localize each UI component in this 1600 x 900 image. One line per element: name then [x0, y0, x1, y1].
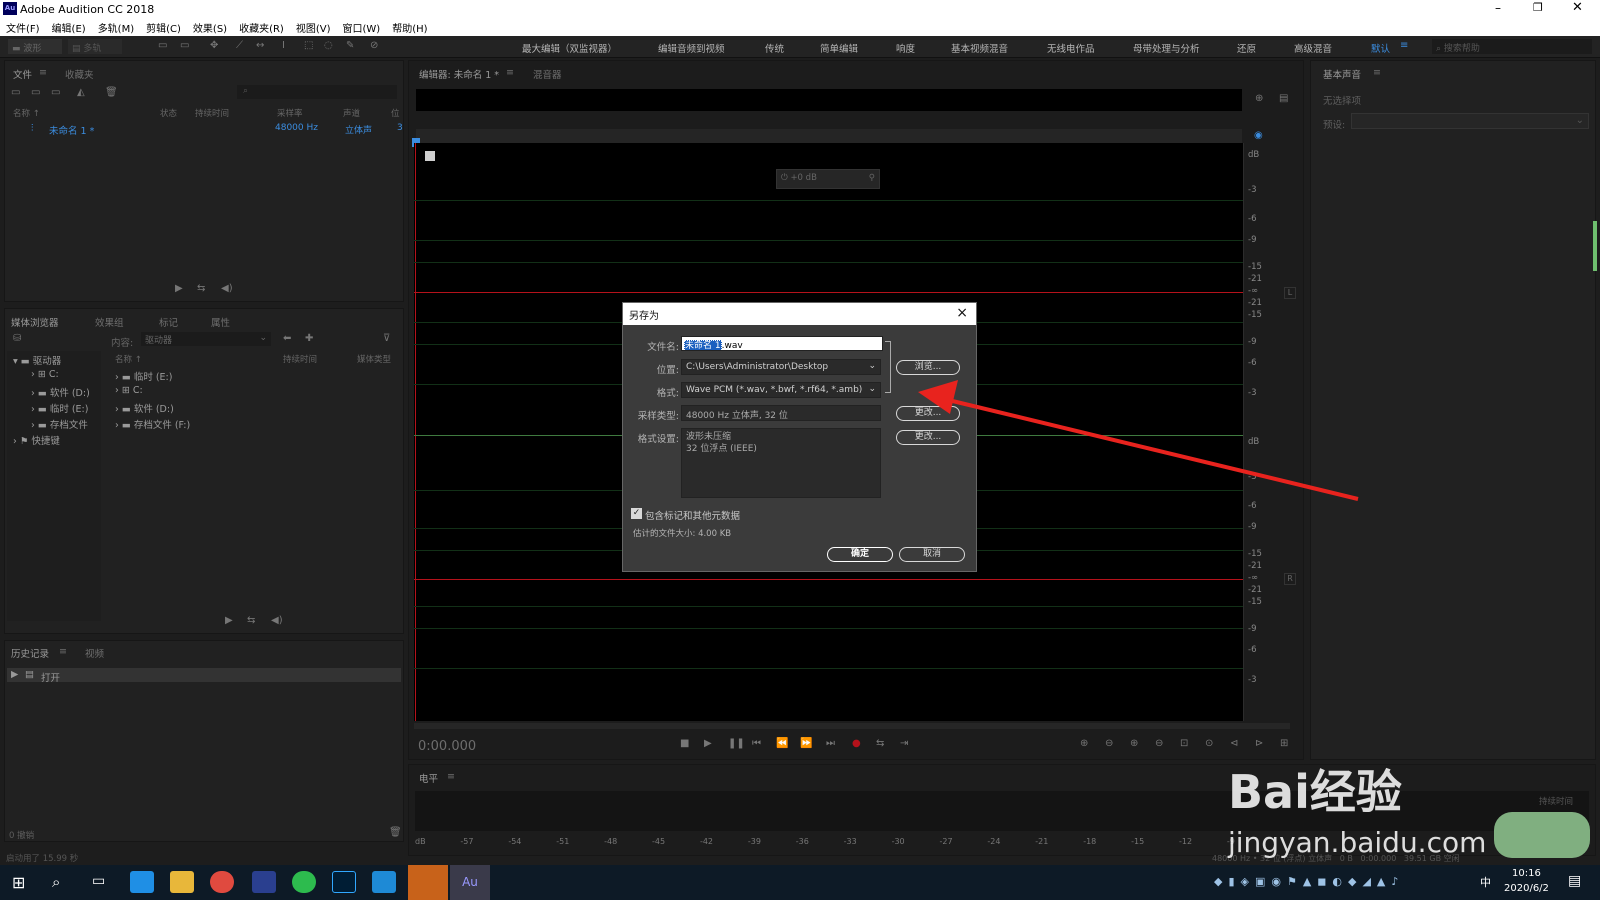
file-explorer-icon[interactable] [170, 871, 194, 893]
baidu-watermark-logo: Bai经验 [1228, 765, 1402, 819]
photoshop-icon[interactable] [332, 871, 356, 893]
browser-icon[interactable] [130, 871, 154, 893]
app-icon[interactable] [252, 871, 276, 893]
clock-date[interactable]: 2020/6/2 [1504, 883, 1549, 894]
clock-time[interactable]: 10:16 [1512, 868, 1541, 879]
windows-start-icon[interactable]: ⊞ [12, 873, 25, 892]
mail-icon[interactable] [372, 871, 396, 893]
chrome-icon[interactable] [210, 871, 234, 893]
tray-icons[interactable]: ◆▮◈▣◉⚑▲◼◐◆◢▲♪ [1214, 875, 1404, 888]
wechat-icon[interactable] [292, 871, 316, 893]
notification-icon[interactable]: ▤ [1568, 873, 1581, 889]
mascot-badge [1494, 812, 1590, 858]
baidu-watermark-url: jingyan.baidu.com [1228, 826, 1487, 859]
search-icon[interactable]: ⌕ [52, 873, 60, 891]
ime-indicator[interactable]: 中 [1480, 874, 1491, 890]
baidu-app-icon[interactable] [408, 865, 448, 900]
audition-icon[interactable]: Au [450, 865, 490, 900]
task-view-icon[interactable]: ▭ [92, 873, 105, 889]
taskbar: ⊞ ⌕ ▭ Au ◆▮◈▣◉⚑▲◼◐◆◢▲♪ 中 10:16 2020/6/2 … [0, 865, 1600, 900]
